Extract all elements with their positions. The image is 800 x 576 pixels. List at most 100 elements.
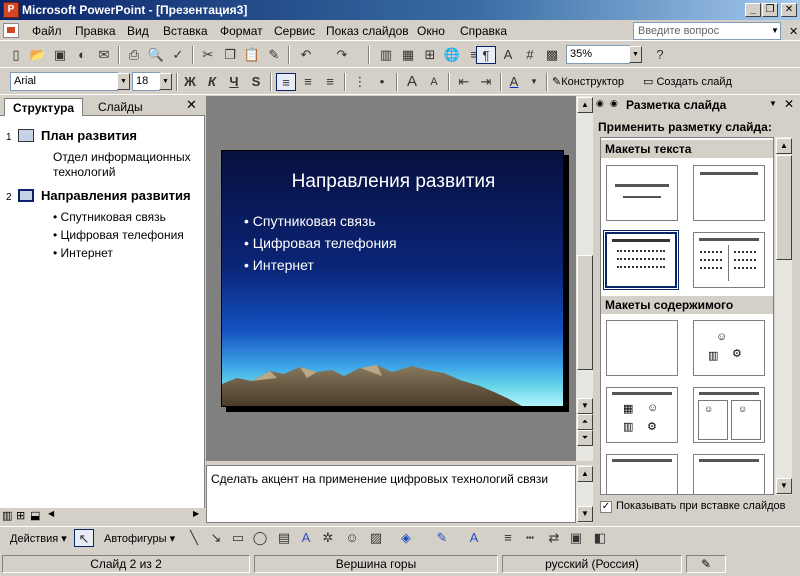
insert-table-icon[interactable]: ▦ bbox=[398, 46, 418, 64]
normal-view-icon[interactable]: ▥ bbox=[2, 509, 12, 522]
font-color-icon[interactable]: A bbox=[504, 73, 524, 91]
actions-menu[interactable]: Действия ▾ bbox=[10, 532, 67, 545]
layout-title-only[interactable] bbox=[693, 165, 765, 221]
font-color-dropdown-icon[interactable]: ▼ bbox=[524, 73, 544, 91]
show-formatting-icon[interactable]: ¶ bbox=[476, 46, 496, 64]
paste-icon[interactable]: 📋 bbox=[242, 46, 262, 64]
forward-arrow-icon[interactable]: ◉ bbox=[610, 98, 618, 109]
task-pane-menu-icon[interactable]: ▼ bbox=[769, 99, 777, 108]
slide-title[interactable]: Направления развития bbox=[222, 171, 563, 193]
italic-button[interactable]: К bbox=[202, 73, 222, 91]
permission-icon[interactable]: ◐ bbox=[72, 46, 92, 64]
picture-icon[interactable]: ▨ bbox=[366, 529, 386, 547]
close-document-icon[interactable]: ✕ bbox=[789, 25, 798, 38]
powerpoint-app-icon[interactable]: P bbox=[3, 2, 19, 18]
menu-help[interactable]: Справка bbox=[458, 24, 509, 38]
increase-indent-icon[interactable]: ⇥ bbox=[476, 73, 496, 91]
slide-icon[interactable] bbox=[18, 129, 34, 142]
tab-slides[interactable]: Слайды bbox=[90, 98, 151, 116]
next-slide-icon[interactable]: ⏷ bbox=[577, 430, 593, 446]
show-grid-icon[interactable]: A bbox=[498, 46, 518, 64]
format-painter-icon[interactable]: ✎ bbox=[264, 46, 284, 64]
print-icon[interactable]: ⎙ bbox=[124, 46, 144, 64]
save-icon[interactable]: ▣ bbox=[50, 46, 70, 64]
outline-bullet[interactable]: • Спутниковая связь bbox=[53, 209, 166, 225]
menu-format[interactable]: Формат bbox=[218, 24, 265, 38]
slide-icon[interactable] bbox=[18, 189, 34, 202]
menu-file[interactable]: Файл bbox=[30, 24, 64, 38]
color-grayscale-icon[interactable]: ▩ bbox=[542, 46, 562, 64]
layout-content[interactable]: ☺ ▥ ⚙ bbox=[693, 320, 765, 376]
outline-bullet[interactable]: • Интернет bbox=[53, 245, 113, 261]
clipart-insert-icon[interactable]: ☺ bbox=[342, 529, 362, 547]
slide-bullet[interactable]: • Интернет bbox=[244, 257, 314, 273]
menu-tools[interactable]: Сервис bbox=[272, 24, 317, 38]
underline-button[interactable]: Ч bbox=[224, 73, 244, 91]
diagram-icon[interactable]: ✲ bbox=[318, 529, 338, 547]
help-icon[interactable]: ? bbox=[650, 46, 670, 64]
font-size-select[interactable]: 18 bbox=[132, 72, 160, 91]
decrease-font-icon[interactable]: A bbox=[424, 73, 444, 91]
menu-insert[interactable]: Вставка bbox=[161, 24, 210, 38]
outline-text[interactable]: Отдел информационных bbox=[53, 149, 191, 165]
notes-pane[interactable]: Сделать акцент на применение цифровых те… bbox=[206, 465, 576, 523]
3d-style-icon[interactable]: ◧ bbox=[590, 529, 610, 547]
autoshapes-menu[interactable]: Автофигуры ▾ bbox=[104, 532, 175, 545]
open-folder-icon[interactable]: 📂 bbox=[28, 46, 48, 64]
scroll-down-icon[interactable]: ▼ bbox=[577, 398, 593, 414]
bold-button[interactable]: Ж bbox=[180, 73, 200, 91]
layout-title-two-content[interactable]: ☺ ☺ bbox=[693, 387, 765, 443]
menu-slideshow[interactable]: Показ слайдов bbox=[324, 24, 411, 38]
layout-title-content-text[interactable] bbox=[606, 454, 678, 494]
shadow-style-icon[interactable]: ▣ bbox=[566, 529, 586, 547]
font-color-draw-icon[interactable]: A bbox=[464, 529, 484, 547]
font-dropdown-icon[interactable]: ▼ bbox=[117, 73, 130, 90]
layout-title-content[interactable]: ▦ ☺ ▥ ⚙ bbox=[606, 387, 678, 443]
outline-slide-title[interactable]: Направления развития bbox=[41, 188, 191, 203]
hyperlink-icon[interactable]: 🌐 bbox=[442, 46, 462, 64]
bullets-icon[interactable]: • bbox=[372, 73, 392, 91]
tp-scroll-thumb[interactable] bbox=[776, 155, 792, 260]
tp-scroll-down-icon[interactable]: ▼ bbox=[776, 478, 792, 494]
help-search-input[interactable]: Введите вопрос bbox=[633, 22, 781, 40]
numbering-icon[interactable]: ⋮ bbox=[350, 73, 370, 91]
select-pointer-icon[interactable]: ↖ bbox=[74, 529, 94, 547]
cut-icon[interactable]: ✂ bbox=[198, 46, 218, 64]
hscroll-left-icon[interactable]: ◀ bbox=[48, 509, 54, 518]
notes-scroll-up-icon[interactable]: ▲ bbox=[577, 466, 593, 482]
help-search-dropdown-icon[interactable]: ▼ bbox=[768, 22, 782, 40]
email-icon[interactable]: ✉ bbox=[94, 46, 114, 64]
line-style-icon[interactable]: ≡ bbox=[498, 529, 518, 547]
slide-sorter-icon[interactable]: ⊞ bbox=[16, 509, 25, 522]
menu-window[interactable]: Окно bbox=[415, 24, 447, 38]
status-design-name[interactable]: Вершина горы bbox=[254, 555, 498, 573]
undo-icon[interactable]: ↶ bbox=[296, 46, 316, 64]
oval-icon[interactable]: ◯ bbox=[250, 529, 270, 547]
copy-icon[interactable]: ❐ bbox=[220, 46, 240, 64]
slideshow-view-icon[interactable]: ⬓ bbox=[30, 509, 40, 522]
slide-canvas[interactable]: Направления развития • Спутниковая связь… bbox=[221, 150, 564, 407]
scroll-up-icon[interactable]: ▲ bbox=[577, 97, 593, 113]
tables-borders-icon[interactable]: ⊞ bbox=[420, 46, 440, 64]
shadow-button[interactable]: S bbox=[246, 73, 266, 91]
wordart-icon[interactable]: A bbox=[296, 529, 316, 547]
decrease-indent-icon[interactable]: ⇤ bbox=[454, 73, 474, 91]
new-document-icon[interactable]: ▯ bbox=[6, 46, 26, 64]
designer-button[interactable]: ✎Конструктор bbox=[552, 75, 624, 88]
hscroll-right-icon[interactable]: ▶ bbox=[193, 509, 199, 518]
zoom-select[interactable]: 35% bbox=[566, 45, 630, 64]
align-center-icon[interactable]: ≡ bbox=[298, 73, 318, 91]
back-arrow-icon[interactable]: ◉ bbox=[596, 98, 604, 109]
dash-style-icon[interactable]: ┅ bbox=[520, 529, 540, 547]
menu-edit[interactable]: Правка bbox=[73, 24, 118, 38]
line-icon[interactable]: ╲ bbox=[184, 529, 204, 547]
layout-blank[interactable] bbox=[606, 320, 678, 376]
menu-view[interactable]: Вид bbox=[125, 24, 151, 38]
new-slide-button[interactable]: ▭ Создать слайд bbox=[643, 75, 732, 88]
spelling-icon[interactable]: ✓ bbox=[168, 46, 188, 64]
layout-title-content-multi[interactable] bbox=[693, 454, 765, 494]
tp-scroll-up-icon[interactable]: ▲ bbox=[776, 138, 792, 154]
font-size-dropdown-icon[interactable]: ▼ bbox=[159, 73, 172, 90]
arrow-style-icon[interactable]: ⇄ bbox=[544, 529, 564, 547]
task-pane-close-icon[interactable]: ✕ bbox=[784, 97, 794, 111]
